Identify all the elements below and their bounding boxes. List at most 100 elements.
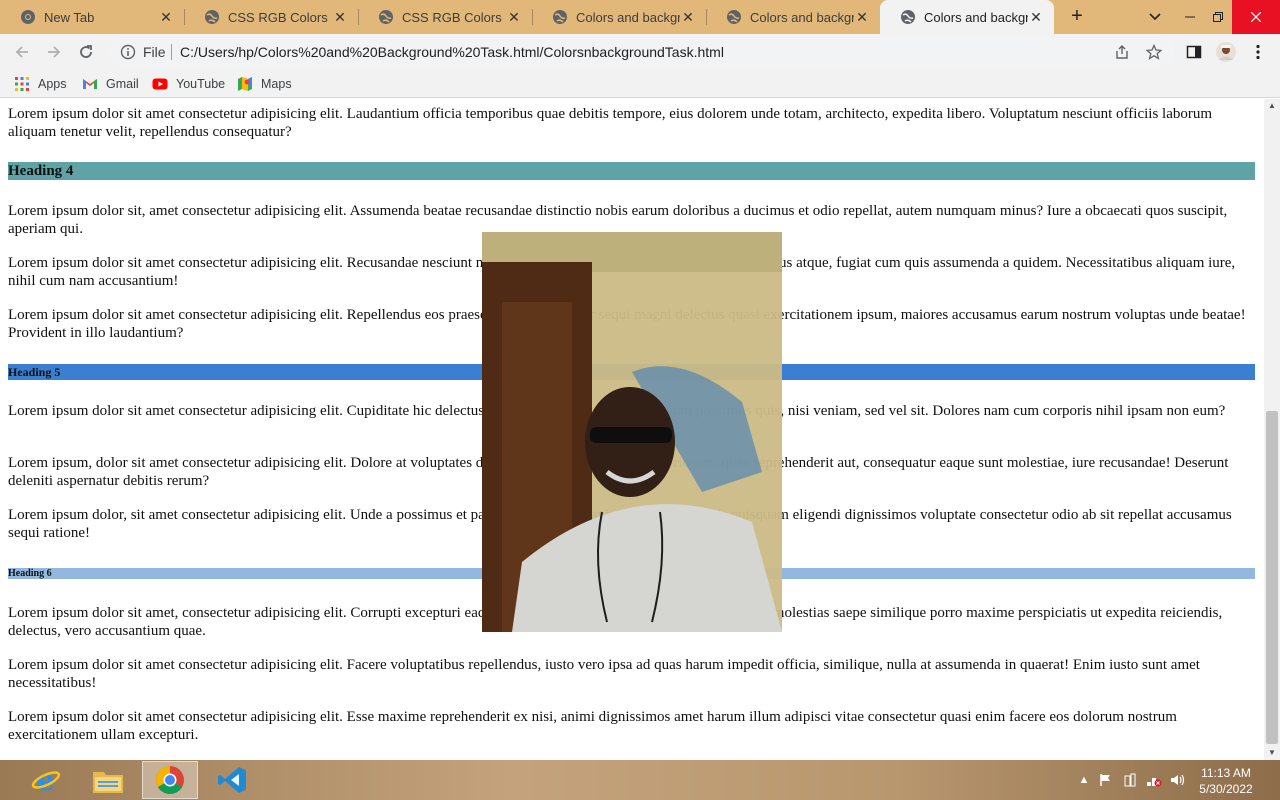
arrow-left-icon bbox=[15, 46, 28, 58]
bookmark-maps[interactable]: Maps bbox=[237, 76, 292, 92]
scrollbar-thumb[interactable] bbox=[1266, 411, 1278, 744]
paragraph: Lorem ipsum dolor sit amet consectetur a… bbox=[8, 709, 1177, 743]
tab-colors-and-background-active[interactable]: Colors and backgrou ✕ bbox=[880, 0, 1054, 34]
close-icon[interactable]: ✕ bbox=[680, 9, 696, 26]
apps-grid-icon bbox=[15, 77, 29, 91]
tab-colors-and-background-1[interactable]: Colors and backgrou ✕ bbox=[532, 0, 706, 34]
paragraph: Lorem ipsum dolor sit amet consectetur a… bbox=[8, 255, 1236, 289]
tab-title: CSS RGB Colors bbox=[402, 9, 502, 25]
action-center-flag-icon bbox=[1100, 774, 1110, 786]
avatar bbox=[1216, 42, 1236, 62]
side-panel-icon bbox=[1186, 45, 1202, 59]
tab-strip: New Tab ✕ CSS RGB Colors ✕ CSS RGB Color… bbox=[0, 0, 1280, 34]
restore-button[interactable] bbox=[1204, 0, 1232, 34]
bookmark-label: Maps bbox=[261, 77, 292, 91]
reload-icon bbox=[80, 45, 92, 58]
taskbar-internet-explorer[interactable]: e bbox=[18, 761, 74, 799]
tab-title: New Tab bbox=[44, 9, 95, 25]
taskbar-vscode[interactable] bbox=[204, 761, 260, 799]
paragraph: Lorem ipsum dolor sit amet consectetur a… bbox=[8, 307, 1246, 341]
page-scrollbar[interactable]: ▲ ▼ bbox=[1264, 99, 1280, 760]
bookmark-label: Apps bbox=[38, 77, 67, 91]
network-disconnected-icon bbox=[1147, 778, 1162, 787]
globe-icon bbox=[727, 10, 741, 24]
restore-icon bbox=[1213, 12, 1223, 22]
bookmark-youtube[interactable]: YouTube bbox=[152, 76, 225, 92]
share-icon[interactable] bbox=[1114, 44, 1130, 60]
close-icon[interactable]: ✕ bbox=[1028, 9, 1044, 26]
browser-toolbar: File C:/Users/hp/Colors%20and%20Backgrou… bbox=[0, 34, 1280, 70]
chrome-icon bbox=[156, 766, 184, 794]
arrow-right-icon bbox=[48, 46, 61, 58]
vscode-icon bbox=[218, 767, 246, 793]
forward-button[interactable] bbox=[42, 40, 66, 64]
bookmark-label: YouTube bbox=[176, 77, 226, 91]
scroll-down-arrow[interactable]: ▼ bbox=[1264, 746, 1280, 760]
flag-icon[interactable] bbox=[1098, 772, 1114, 788]
side-panel-button[interactable] bbox=[1184, 42, 1204, 62]
close-icon[interactable]: ✕ bbox=[158, 9, 174, 26]
tab-search-button[interactable] bbox=[1140, 0, 1170, 34]
close-icon[interactable]: ✕ bbox=[506, 9, 522, 26]
heading-6: Heading 6 bbox=[8, 568, 1255, 579]
scroll-up-arrow[interactable]: ▲ bbox=[1264, 99, 1280, 113]
url-text[interactable]: C:/Users/hp/Colors%20and%20Background%20… bbox=[180, 44, 724, 60]
close-icon[interactable]: ✕ bbox=[332, 9, 348, 26]
profile-button[interactable] bbox=[1216, 42, 1236, 62]
paragraph: Lorem ipsum dolor sit amet consectetur a… bbox=[8, 106, 1213, 140]
volume-icon[interactable] bbox=[1170, 772, 1186, 788]
heading-4: Heading 4 bbox=[8, 162, 1255, 180]
chevron-down-icon bbox=[1149, 13, 1161, 21]
clock-date: 5/30/2022 bbox=[1199, 782, 1253, 796]
taskbar-chrome[interactable] bbox=[142, 761, 198, 799]
url-scheme-label: File bbox=[143, 44, 166, 60]
paragraph: Lorem ipsum dolor sit amet consectetur a… bbox=[8, 657, 1200, 691]
globe-icon bbox=[901, 10, 915, 24]
close-icon bbox=[1251, 12, 1261, 22]
new-tab-button[interactable]: + bbox=[1066, 6, 1088, 28]
page-viewport: Lorem ipsum dolor sit amet consectetur a… bbox=[0, 99, 1264, 760]
close-icon[interactable]: ✕ bbox=[854, 9, 870, 26]
file-explorer-icon bbox=[93, 772, 123, 793]
tab-title: Colors and backgrou bbox=[750, 9, 854, 25]
reload-button[interactable] bbox=[74, 40, 98, 64]
network-icon[interactable] bbox=[1146, 772, 1162, 788]
clock-time: 11:13 AM bbox=[1201, 766, 1251, 780]
gmail-icon bbox=[83, 79, 97, 89]
kebab-menu-icon bbox=[1256, 44, 1260, 60]
menu-button[interactable] bbox=[1248, 42, 1268, 62]
address-divider bbox=[171, 44, 172, 60]
youtube-icon bbox=[152, 78, 168, 90]
tab-new-tab[interactable]: New Tab ✕ bbox=[0, 0, 184, 34]
tab-title: Colors and backgrou bbox=[576, 9, 680, 25]
heading-5: Heading 5 bbox=[8, 364, 1255, 380]
tab-colors-and-background-2[interactable]: Colors and backgrou ✕ bbox=[706, 0, 880, 34]
globe-icon bbox=[205, 10, 219, 24]
system-clock[interactable]: 11:13 AM 5/30/2022 bbox=[1196, 765, 1256, 797]
back-button[interactable] bbox=[10, 40, 34, 64]
internet-explorer-icon: e bbox=[31, 765, 61, 795]
bookmark-label: Gmail bbox=[106, 77, 139, 91]
taskbar-file-explorer[interactable] bbox=[80, 761, 136, 799]
paragraph: Lorem ipsum dolor sit, amet consectetur … bbox=[8, 203, 1228, 237]
star-icon[interactable] bbox=[1146, 44, 1162, 60]
chrome-icon bbox=[21, 10, 35, 24]
paragraph: Lorem ipsum dolor sit amet consectetur a… bbox=[8, 403, 1226, 419]
show-hidden-icons-button[interactable]: ▲ bbox=[1076, 772, 1092, 788]
tab-css-rgb-colors-1[interactable]: CSS RGB Colors ✕ bbox=[184, 0, 358, 34]
speaker-icon bbox=[1171, 774, 1185, 786]
minimize-button[interactable] bbox=[1176, 0, 1204, 34]
maps-icon bbox=[238, 77, 252, 91]
window-close-button[interactable] bbox=[1232, 0, 1280, 34]
globe-icon bbox=[553, 10, 567, 24]
windows-taskbar: e ▲ 11:13 AM 5/30/2022 bbox=[0, 760, 1280, 800]
bookmark-gmail[interactable]: Gmail bbox=[82, 76, 139, 92]
tab-css-rgb-colors-2[interactable]: CSS RGB Colors ✕ bbox=[358, 0, 532, 34]
tab-title: Colors and backgrou bbox=[924, 9, 1028, 25]
power-icon[interactable] bbox=[1122, 772, 1138, 788]
tab-title: CSS RGB Colors bbox=[228, 9, 328, 25]
bookmarks-bar: Apps Gmail YouTube Maps bbox=[0, 70, 1280, 98]
bookmark-apps[interactable]: Apps bbox=[14, 76, 67, 92]
address-bar[interactable]: File C:/Users/hp/Colors%20and%20Backgrou… bbox=[108, 38, 1174, 66]
info-icon[interactable] bbox=[120, 44, 136, 60]
